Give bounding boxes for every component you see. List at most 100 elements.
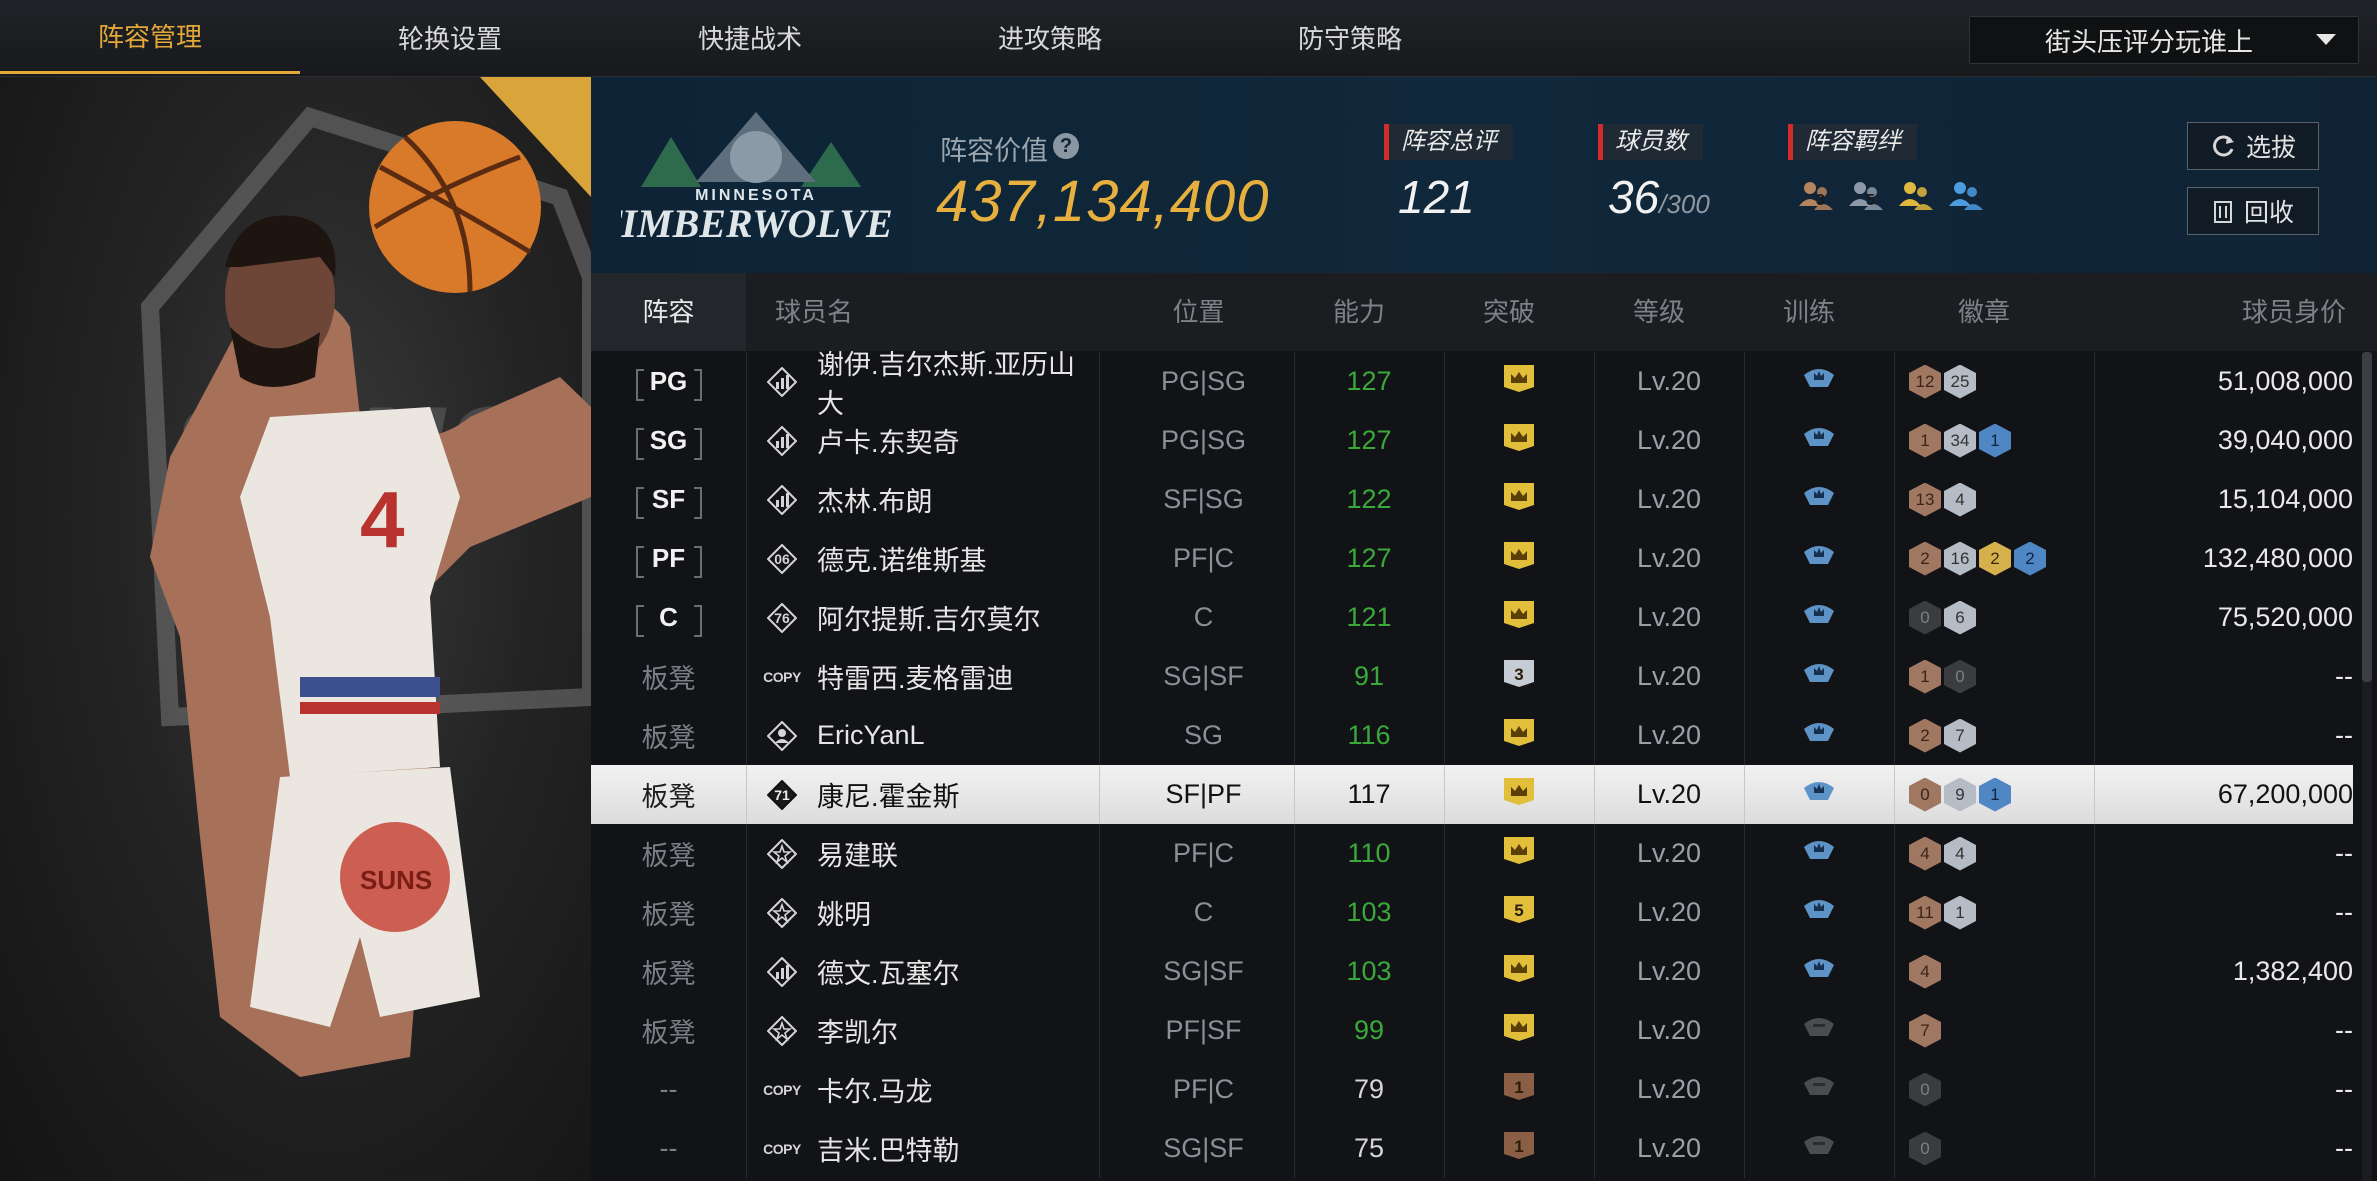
column-divider	[1894, 411, 1895, 470]
svg-text:4: 4	[360, 475, 405, 564]
training-icon[interactable]	[1802, 894, 1836, 931]
player-name[interactable]: 德文.瓦塞尔	[817, 952, 960, 991]
training-icon[interactable]	[1802, 835, 1836, 872]
player-name[interactable]: 易建联	[817, 834, 898, 873]
player-position: SF|SG	[1163, 484, 1244, 514]
training-icon[interactable]	[1802, 717, 1836, 754]
player-name[interactable]: 德克.诺维斯基	[817, 539, 987, 578]
table-row[interactable]: -- COPY 吉米.巴特勒 SG|SF 75 1 Lv.20 0 --	[591, 1119, 2353, 1178]
badge-list: 4	[1909, 942, 2094, 1001]
training-icon[interactable]	[1802, 776, 1836, 813]
table-row[interactable]: C 76 阿尔提斯.吉尔莫尔 C 121 Lv.20 0 6 75,520,000	[591, 588, 2353, 647]
lineup-slot-label[interactable]: 板凳	[642, 657, 696, 696]
col-badges[interactable]: 徽章	[1884, 273, 2084, 351]
tab-quick-tactics[interactable]: 快捷战术	[600, 0, 900, 74]
table-row[interactable]: 板凳 COPY 特雷西.麦格雷迪 SG|SF 91 3 Lv.20 1 0 --	[591, 647, 2353, 706]
training-icon[interactable]	[1802, 953, 1836, 990]
table-row[interactable]: 板凳 李凯尔 PF|SF 99 Lv.20 7 --	[591, 1001, 2353, 1060]
training-icon[interactable]	[1802, 658, 1836, 695]
player-name-cell: 谢伊.吉尔杰斯.亚历山大	[767, 350, 1097, 419]
lineup-slot-label[interactable]: --	[660, 1133, 678, 1164]
table-row[interactable]: 板凳 EricYanL SG 116 Lv.20 2 7 --	[591, 706, 2353, 765]
copy-tag-icon: COPY	[763, 668, 801, 685]
player-value: 1,382,400	[2232, 956, 2353, 986]
table-row[interactable]: 板凳 姚明 C 103 5 Lv.20 11 1 --	[591, 883, 2353, 942]
lineup-slot-position[interactable]: SG	[635, 424, 702, 460]
player-name[interactable]: 姚明	[817, 893, 871, 932]
breakthrough-crown-icon	[1502, 422, 1536, 459]
bond-people-icon[interactable]: 3	[1796, 176, 1836, 216]
player-position: C	[1193, 602, 1214, 632]
lineup-filter-dropdown[interactable]: 街头压评分玩谁上	[1969, 16, 2359, 64]
training-icon[interactable]	[1802, 481, 1836, 518]
player-name[interactable]: 杰林.布朗	[817, 480, 933, 519]
lineup-slot-position[interactable]: C	[635, 601, 702, 637]
tab-lineup-management[interactable]: 阵容管理	[0, 0, 300, 74]
table-row[interactable]: 板凳 易建联 PF|C 110 Lv.20 4 4 --	[591, 824, 2353, 883]
draft-button[interactable]: 选拔	[2187, 122, 2319, 170]
player-name[interactable]: 特雷西.麦格雷迪	[817, 657, 1014, 696]
player-name[interactable]: 阿尔提斯.吉尔莫尔	[817, 598, 1041, 637]
col-position[interactable]: 位置	[1136, 273, 1261, 351]
column-divider	[1099, 942, 1100, 1001]
player-name[interactable]: 李凯尔	[817, 1011, 898, 1050]
lineup-slot-label[interactable]: 板凳	[642, 834, 696, 873]
col-ability[interactable]: 能力	[1284, 273, 1434, 351]
table-row[interactable]: SG 卢卡.东契奇 PG|SG 127 Lv.20 1 34 1 39,040,000	[591, 411, 2353, 470]
table-row[interactable]: SF 杰林.布朗 SF|SG 122 Lv.20 13 4 15,104,000	[591, 470, 2353, 529]
col-player-name[interactable]: 球员名	[775, 273, 895, 351]
training-icon[interactable]	[1802, 1071, 1836, 1108]
bond-people-icon[interactable]: 5	[1846, 176, 1886, 216]
player-name[interactable]: 吉米.巴特勒	[817, 1129, 960, 1168]
bond-people-icon[interactable]	[1896, 176, 1936, 216]
player-name[interactable]: 谢伊.吉尔杰斯.亚历山大	[817, 343, 1097, 421]
lineup-slot-label[interactable]: 板凳	[642, 1011, 696, 1050]
training-icon[interactable]	[1802, 1130, 1836, 1167]
table-row[interactable]: PG 谢伊.吉尔杰斯.亚历山大 PG|SG 127 Lv.20 12 25 51,008,00…	[591, 350, 2353, 419]
col-level[interactable]: 等级	[1584, 273, 1734, 351]
col-player-value[interactable]: 球员身价	[2151, 273, 2346, 351]
training-icon[interactable]	[1802, 1012, 1836, 1049]
lineup-slot-label[interactable]: 板凳	[642, 775, 696, 814]
lineup-slot: PF	[591, 529, 746, 588]
bond-people-icon[interactable]	[1946, 176, 1986, 216]
col-breakthrough[interactable]: 突破	[1434, 273, 1584, 351]
breakthrough-crown-icon	[1502, 481, 1536, 518]
lineup-slot-label[interactable]: 板凳	[642, 952, 696, 991]
col-lineup[interactable]: 阵容	[591, 273, 746, 351]
chevron-down-icon	[2316, 34, 2336, 45]
lineup-slot-label[interactable]: --	[660, 1074, 678, 1105]
player-name-cell: COPY 特雷西.麦格雷迪	[763, 647, 1097, 706]
column-divider	[1894, 1119, 1895, 1178]
player-name-cell: 德文.瓦塞尔	[767, 942, 1097, 1001]
player-name[interactable]: EricYanL	[817, 720, 925, 751]
lineup-slot-label[interactable]: 板凳	[642, 716, 696, 755]
tab-offense-strategy[interactable]: 进攻策略	[900, 0, 1200, 74]
breakthrough-crown-icon	[1502, 363, 1536, 400]
player-name[interactable]: 卡尔.马龙	[817, 1070, 933, 1109]
lineup-slot-position[interactable]: PF	[635, 542, 702, 578]
col-training[interactable]: 训练	[1734, 273, 1884, 351]
breakthrough-cell	[1444, 588, 1594, 647]
training-icon[interactable]	[1802, 422, 1836, 459]
lineup-slot-position[interactable]: PG	[635, 365, 702, 401]
tab-defense-strategy[interactable]: 防守策略	[1200, 0, 1500, 74]
table-row[interactable]: PF 06 德克.诺维斯基 PF|C 127 Lv.20 2 16 2 2 132,480,000	[591, 529, 2353, 588]
lineup-slot-position[interactable]: SF	[635, 483, 702, 519]
table-row[interactable]: 板凳 71 康尼.霍金斯 SF|PF 117 Lv.20 0 9 1 67,200,000	[591, 765, 2353, 824]
help-icon[interactable]: ?	[1053, 133, 1079, 159]
player-level: Lv.20	[1636, 661, 1702, 691]
table-row[interactable]: -- COPY 卡尔.马龙 PF|C 79 1 Lv.20 0 --	[591, 1060, 2353, 1119]
copy-tag-icon: COPY	[763, 1140, 801, 1157]
training-icon[interactable]	[1802, 599, 1836, 636]
player-name[interactable]: 康尼.霍金斯	[817, 775, 960, 814]
training-icon[interactable]	[1802, 540, 1836, 577]
tab-rotation-settings[interactable]: 轮换设置	[300, 0, 600, 74]
table-row[interactable]: 板凳 德文.瓦塞尔 SG|SF 103 Lv.20 4 1,382,400	[591, 942, 2353, 1001]
training-icon[interactable]	[1802, 363, 1836, 400]
recycle-button[interactable]: 回收	[2187, 187, 2319, 235]
player-level: Lv.20	[1636, 484, 1702, 514]
player-name[interactable]: 卢卡.东契奇	[817, 421, 960, 460]
lineup-slot-label[interactable]: 板凳	[642, 893, 696, 932]
player-count-max: /300	[1659, 189, 1710, 219]
